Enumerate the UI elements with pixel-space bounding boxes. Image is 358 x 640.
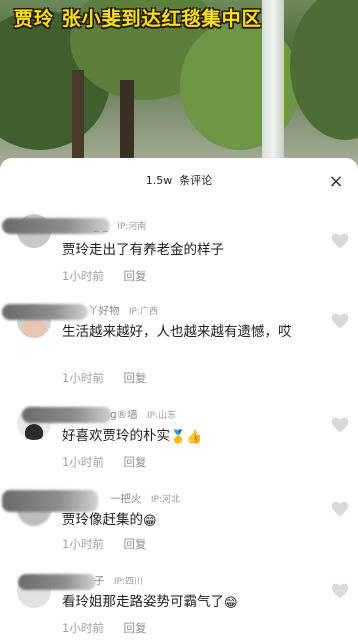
comment-text-body: 好喜欢贾玲的朴实 bbox=[62, 428, 170, 444]
blurred-username bbox=[22, 407, 112, 423]
comment-meta: 1小时前 回复 bbox=[62, 620, 146, 636]
grin-emoji: 😁 bbox=[143, 514, 157, 529]
light-pole bbox=[262, 0, 284, 170]
username-visible[interactable]: 一把火 bbox=[110, 493, 142, 505]
comment-text: 生活越来越好，人也越来越有遗憾，哎 bbox=[62, 324, 292, 340]
comment-time: 1小时前 bbox=[62, 371, 104, 385]
heart-icon[interactable] bbox=[330, 500, 350, 518]
comment-item: g®墙 IP:山东 好喜欢贾玲的朴实🥇👍 1小时前 回复 bbox=[0, 400, 358, 482]
comment-user-line: g®墙 IP:山东 bbox=[110, 407, 176, 422]
comment-text: 贾玲走出了有养老金的样子 bbox=[62, 242, 224, 258]
comment-meta: 1小时前 回复 bbox=[62, 268, 146, 284]
video-player[interactable]: 贾玲 张小斐到达红毯集中区 bbox=[0, 0, 358, 170]
comment-sheet: 1.5w 条评论 × _ _ IP:河南 贾玲走出了有养老金的样子 1小时前 回… bbox=[0, 158, 358, 640]
tree-trunk bbox=[72, 70, 84, 170]
comment-item: 子 IP:四川 看玲姐那走路姿势可霸气了😁 1小时前 回复 bbox=[0, 568, 358, 640]
comment-count: 1.5w 条评论 bbox=[0, 172, 358, 188]
comment-meta: 1小时前 回复 bbox=[62, 536, 146, 552]
ip-location: IP:广西 bbox=[128, 307, 158, 317]
heart-icon[interactable] bbox=[330, 416, 350, 434]
comment-meta: 1小时前 回复 bbox=[62, 370, 146, 386]
heart-icon[interactable] bbox=[330, 582, 350, 600]
reply-button[interactable]: 回复 bbox=[123, 371, 146, 385]
comment-time: 1小时前 bbox=[62, 537, 104, 551]
comment-meta: 1小时前 回复 bbox=[62, 454, 146, 470]
blurred-username bbox=[2, 490, 98, 512]
ip-location: IP:河北 bbox=[150, 495, 180, 505]
comment-user-line: 丫好物 IP:广西 bbox=[88, 303, 158, 318]
tree-trunk bbox=[120, 80, 134, 170]
comment-text: 看玲姐那走路姿势可霸气了😁 bbox=[62, 592, 312, 613]
username-visible[interactable]: 子 bbox=[94, 575, 105, 587]
comment-count-suffix: 条评论 bbox=[179, 174, 213, 187]
comment-user-line: _ _ IP:河南 bbox=[94, 219, 146, 232]
comment-item: 一把火 IP:河北 贾玲像赶集的😁 1小时前 回复 bbox=[0, 484, 358, 564]
blurred-username bbox=[2, 304, 88, 320]
comment-item: _ _ IP:河南 贾玲走出了有养老金的样子 1小时前 回复 bbox=[0, 210, 358, 290]
comment-text-body: 看玲姐那走路姿势可霸气了 bbox=[62, 594, 224, 610]
close-icon[interactable]: × bbox=[326, 172, 346, 192]
username-visible[interactable]: 丫好物 bbox=[88, 305, 120, 317]
comment-count-value: 1.5w bbox=[145, 174, 173, 187]
comment-text: 好喜欢贾玲的朴实🥇👍 bbox=[62, 426, 312, 447]
heart-icon[interactable] bbox=[330, 312, 350, 330]
comment-text: 贾玲像赶集的😁 bbox=[62, 510, 312, 531]
reply-button[interactable]: 回复 bbox=[123, 455, 146, 469]
grin-emoji: 😁 bbox=[224, 596, 238, 611]
comment-user-line: 子 IP:四川 bbox=[94, 573, 143, 588]
sheet-header: 1.5w 条评论 × bbox=[0, 158, 358, 204]
comment-user-line: 一把火 IP:河北 bbox=[110, 491, 180, 506]
ip-location: IP:山东 bbox=[147, 411, 177, 421]
reply-button[interactable]: 回复 bbox=[123, 269, 146, 283]
comment-time: 1小时前 bbox=[62, 621, 104, 635]
username-visible[interactable]: g®墙 bbox=[110, 409, 138, 421]
comment-time: 1小时前 bbox=[62, 455, 104, 469]
blurred-username bbox=[18, 574, 96, 590]
comment-time: 1小时前 bbox=[62, 269, 104, 283]
tree-foliage bbox=[290, 0, 358, 140]
username-visible[interactable]: _ _ bbox=[94, 220, 108, 232]
reply-button[interactable]: 回复 bbox=[123, 537, 146, 551]
emoji-medal-thumbs: 🥇👍 bbox=[170, 430, 203, 445]
ip-location: IP:四川 bbox=[113, 577, 143, 587]
comment-text-body: 贾玲像赶集的 bbox=[62, 512, 143, 528]
heart-icon[interactable] bbox=[330, 232, 350, 250]
video-caption: 贾玲 张小斐到达红毯集中区 bbox=[14, 8, 262, 30]
reply-button[interactable]: 回复 bbox=[123, 621, 146, 635]
comment-item: 丫好物 IP:广西 生活越来越好，人也越来越有遗憾，哎 1小时前 回复 bbox=[0, 296, 358, 396]
ip-location: IP:河南 bbox=[117, 222, 147, 232]
